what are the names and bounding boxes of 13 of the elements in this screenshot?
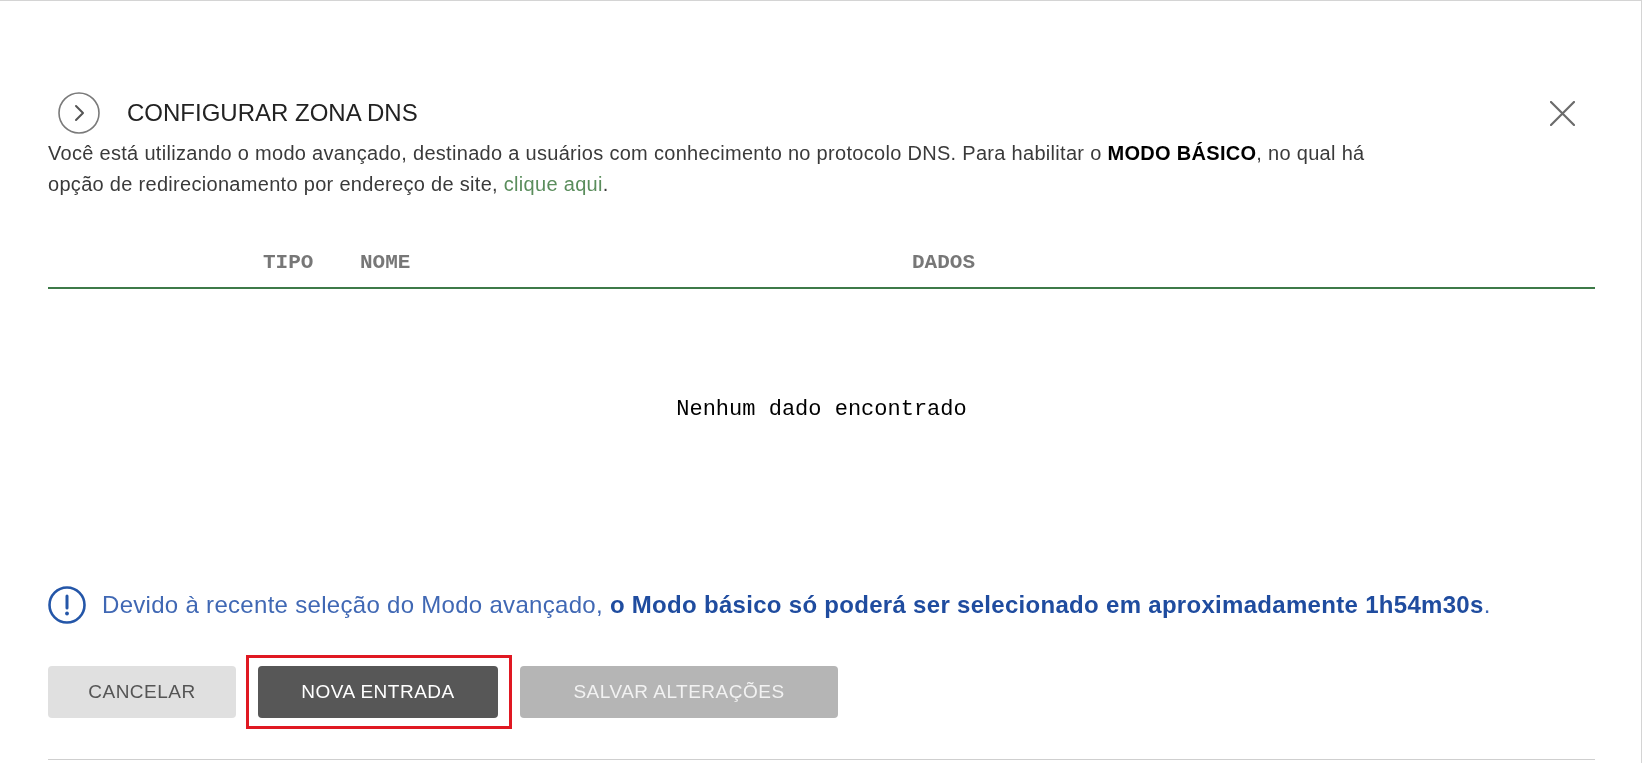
- column-header: DADOS: [912, 251, 975, 275]
- empty-message: Nenhum dado encontrado: [676, 396, 967, 424]
- close-icon[interactable]: [1550, 100, 1575, 126]
- column-header: NOME: [360, 251, 412, 275]
- intro-paragraph: Você está utilizando o modo avançado, destinado a usuários com conhecimento no protocolo DNS. Para habilitar o MODO BÁSICO, no qual há opção de redirecionamento por endereço de site, clique aqui.: [48, 141, 1366, 197]
- link[interactable]: clique aqui: [503, 173, 603, 195]
- exclamation-icon: [48, 586, 86, 624]
- action-button[interactable]: NOVA ENTRADA: [258, 666, 498, 718]
- column-header: TIPO: [263, 251, 315, 275]
- action-button[interactable]: CANCELAR: [48, 666, 236, 718]
- dialog-title: CONFIGURAR ZONA DNS: [127, 98, 418, 128]
- alert-message: Devido à recente seleção do Modo avançado, o Modo básico só poderá ser selecionado em aproximadamente 1h54m30s.: [102, 590, 1491, 620]
- chevron-circle-icon[interactable]: [58, 92, 100, 134]
